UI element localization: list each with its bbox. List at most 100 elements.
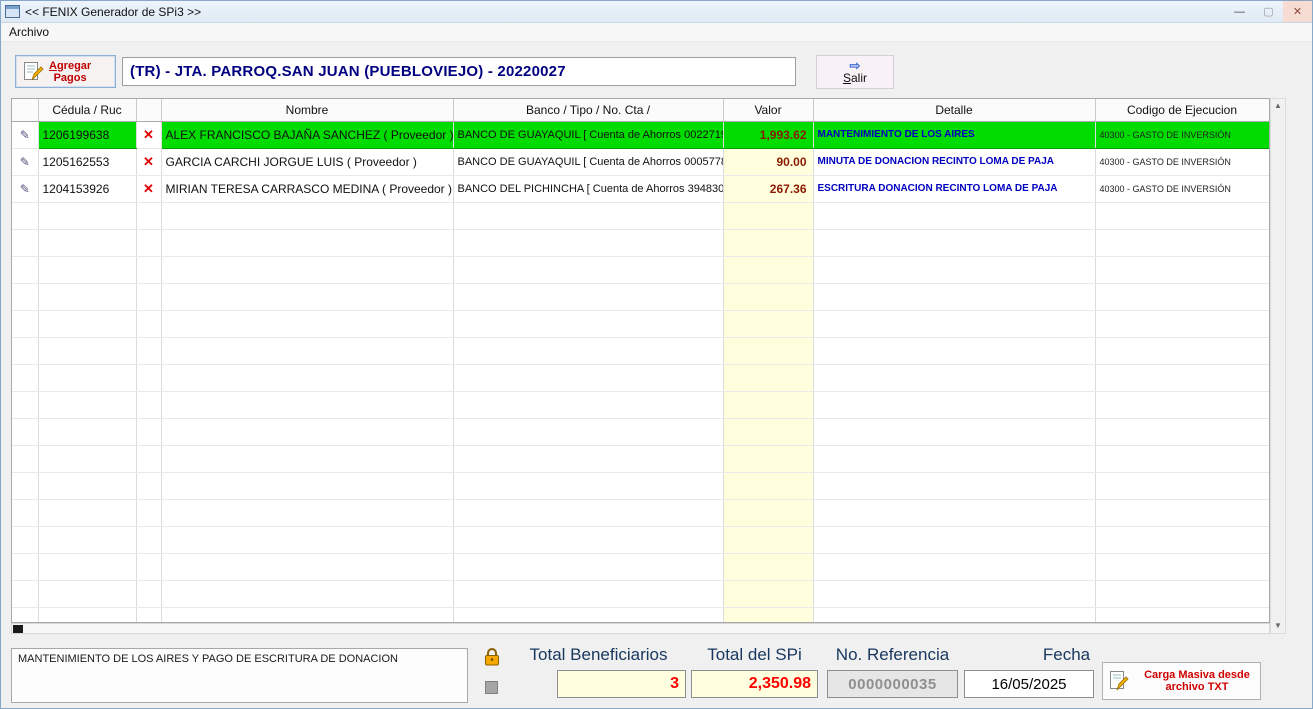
maximize-button[interactable]: ▢: [1254, 1, 1283, 22]
empty-cell: [38, 607, 137, 622]
empty-cell: [453, 499, 724, 527]
codigo-cell: 40300 - GASTO DE INVERSIÓN: [1095, 148, 1269, 176]
carga-masiva-button[interactable]: Carga Masiva desde archivo TXT: [1102, 662, 1261, 700]
close-button[interactable]: ✕: [1283, 1, 1312, 22]
delete-row-cell[interactable]: ✕: [136, 120, 162, 149]
col-header-cedula[interactable]: Cédula / Ruc: [38, 99, 137, 122]
delete-row-cell[interactable]: ✕: [136, 148, 162, 176]
empty-cell: [723, 499, 814, 527]
empty-cell: [161, 553, 454, 581]
empty-cell: [161, 229, 454, 257]
detalle-cell: MINUTA DE DONACION RECINTO LOMA DE PAJA: [813, 148, 1096, 176]
col-header-valor[interactable]: Valor: [723, 99, 814, 122]
batch-title-field[interactable]: (TR) - JTA. PARROQ.SAN JUAN (PUEBLOVIEJO…: [122, 57, 796, 86]
empty-cell: [38, 445, 137, 473]
fecha-field[interactable]: 16/05/2025: [964, 670, 1094, 698]
table-row-empty: [12, 526, 1269, 554]
empty-cell: [813, 445, 1096, 473]
total-spi-value: 2,350.98: [748, 675, 811, 692]
empty-cell: [161, 256, 454, 284]
horizontal-scrollbar[interactable]: [11, 623, 1270, 634]
empty-cell: [453, 310, 724, 338]
empty-cell: [161, 337, 454, 365]
row-selector-cell[interactable]: ✎: [12, 120, 39, 149]
row-selector-cell[interactable]: ✎: [12, 148, 39, 176]
agregar-label-line2: Pagos: [53, 71, 87, 84]
delete-row-icon[interactable]: ✕: [143, 154, 154, 169]
table-row-empty: [12, 283, 1269, 311]
agregar-label-line1: Agregar: [49, 59, 92, 72]
empty-cell: [12, 364, 39, 392]
empty-cell: [161, 607, 454, 622]
empty-cell: [38, 553, 137, 581]
empty-cell: [38, 202, 137, 230]
grid-header-row: Cédula / Ruc Nombre Banco / Tipo / No. C…: [12, 99, 1269, 122]
empty-cell: [136, 553, 162, 581]
nombre-cell: MIRIAN TERESA CARRASCO MEDINA ( Proveedo…: [161, 175, 454, 203]
table-row[interactable]: ✎ 1206199638 ✕ ALEX FRANCISCO BAJAÑA SANCHE…: [12, 120, 1269, 149]
empty-cell: [813, 580, 1096, 608]
menu-archivo[interactable]: Archivo: [1, 25, 57, 39]
no-referencia-field: 0000000035: [827, 670, 958, 698]
vertical-scrollbar[interactable]: ▲ ▼: [1270, 98, 1286, 634]
horizontal-scroll-thumb[interactable]: [13, 625, 23, 633]
empty-cell: [1095, 256, 1269, 284]
scroll-up-icon[interactable]: ▲: [1274, 99, 1282, 113]
empty-cell: [12, 499, 39, 527]
payments-table: Cédula / Ruc Nombre Banco / Tipo / No. C…: [12, 99, 1269, 622]
grid-body: ✎ 1206199638 ✕ ALEX FRANCISCO BAJAÑA SANCHE…: [12, 120, 1269, 622]
exit-arrow-icon: ⇨: [849, 57, 861, 73]
salir-label: Salir: [842, 70, 868, 85]
table-row-empty: [12, 553, 1269, 581]
empty-cell: [813, 202, 1096, 230]
empty-cell: [813, 229, 1096, 257]
table-row-empty: [12, 607, 1269, 622]
empty-cell: [1095, 607, 1269, 622]
window-title: << FENIX Generador de SPi3 >>: [25, 4, 202, 19]
row-selector-cell[interactable]: ✎: [12, 175, 39, 203]
empty-cell: [38, 391, 137, 419]
empty-cell: [136, 337, 162, 365]
col-header-nombre[interactable]: Nombre: [161, 99, 454, 122]
empty-cell: [453, 526, 724, 554]
empty-cell: [136, 202, 162, 230]
delete-row-cell[interactable]: ✕: [136, 175, 162, 203]
description-box[interactable]: MANTENIMIENTO DE LOS AIRES Y PAGO DE ESC…: [11, 648, 468, 703]
empty-cell: [723, 391, 814, 419]
empty-cell: [38, 283, 137, 311]
agregar-pagos-button[interactable]: Agregar Pagos: [15, 55, 116, 88]
empty-cell: [38, 580, 137, 608]
col-header-codigo[interactable]: Codigo de Ejecucion: [1095, 99, 1269, 122]
col-header-selector: [12, 99, 39, 122]
table-row[interactable]: ✎ 1205162553 ✕ GARCIA CARCHI JORGUE LUIS ( …: [12, 148, 1269, 176]
empty-cell: [1095, 310, 1269, 338]
empty-cell: [12, 553, 39, 581]
lock-icon: [483, 647, 501, 666]
minimize-button[interactable]: —: [1225, 1, 1254, 22]
total-beneficiarios-field[interactable]: 3: [557, 670, 686, 698]
delete-row-icon[interactable]: ✕: [143, 181, 154, 196]
empty-cell: [38, 364, 137, 392]
status-square: [485, 681, 498, 694]
scroll-down-icon[interactable]: ▼: [1274, 619, 1282, 633]
no-referencia-label: No. Referencia: [835, 645, 950, 664]
valor-cell: 267.36: [723, 175, 814, 203]
empty-cell: [453, 364, 724, 392]
col-header-banco[interactable]: Banco / Tipo / No. Cta /: [453, 99, 724, 122]
empty-cell: [161, 364, 454, 392]
banco-cell: BANCO DE GUAYAQUIL [ Cuenta de Ahorros 0…: [453, 148, 724, 176]
empty-cell: [453, 229, 724, 257]
delete-row-icon[interactable]: ✕: [143, 127, 154, 142]
table-row[interactable]: ✎ 1204153926 ✕ MIRIAN TERESA CARRASCO MEDIN…: [12, 175, 1269, 203]
empty-cell: [1095, 337, 1269, 365]
empty-cell: [723, 310, 814, 338]
empty-cell: [136, 418, 162, 446]
col-header-detalle[interactable]: Detalle: [813, 99, 1096, 122]
fecha-value: 16/05/2025: [991, 675, 1067, 693]
total-spi-field[interactable]: 2,350.98: [691, 670, 818, 698]
salir-button[interactable]: ⇨ Salir: [816, 55, 894, 89]
nombre-cell: ALEX FRANCISCO BAJAÑA SANCHEZ ( Proveedo…: [161, 120, 454, 149]
empty-cell: [1095, 445, 1269, 473]
empty-cell: [136, 256, 162, 284]
empty-cell: [1095, 202, 1269, 230]
